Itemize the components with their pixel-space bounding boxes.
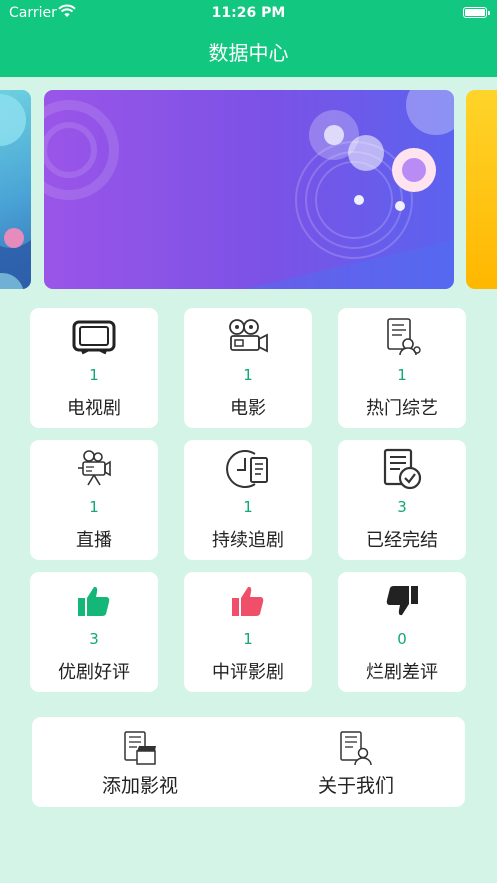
banner-main-slide[interactable] — [44, 90, 454, 289]
completed-doc-icon — [338, 448, 466, 490]
variety-label: 热门综艺 — [366, 398, 438, 419]
movie-count: 1 — [243, 366, 253, 384]
add-video-button[interactable]: 添加影视 — [32, 717, 248, 807]
card-tv-series[interactable]: 1 电视剧 — [30, 308, 158, 428]
ongoing-label: 持续追剧 — [212, 530, 284, 551]
variety-doc-icon — [338, 316, 466, 358]
status-time: 11:26 PM — [211, 5, 286, 21]
good-reviews-count: 3 — [89, 630, 99, 648]
about-us-label: 关于我们 — [317, 775, 394, 797]
card-ongoing[interactable]: 1 持续追剧 — [184, 440, 312, 560]
tv-icon — [30, 316, 158, 358]
bad-reviews-label: 烂剧差评 — [366, 662, 438, 683]
page-title: 数据中心 — [208, 41, 289, 65]
banner-next-slide[interactable] — [466, 90, 497, 289]
tv-series-count: 1 — [89, 366, 99, 384]
completed-label: 已经完结 — [366, 530, 438, 551]
bad-reviews-count: 0 — [397, 630, 407, 648]
about-us-button[interactable]: 关于我们 — [248, 717, 464, 807]
live-label: 直播 — [76, 530, 112, 551]
card-live[interactable]: 1 直播 — [30, 440, 158, 560]
card-movie[interactable]: 1 电影 — [184, 308, 312, 428]
battery-icon — [463, 7, 490, 18]
live-count: 1 — [89, 498, 99, 516]
variety-count: 1 — [397, 366, 407, 384]
add-video-icon — [32, 729, 248, 767]
mid-reviews-count: 1 — [243, 630, 253, 648]
movie-label: 电影 — [230, 398, 266, 419]
status-bar: Carrier 11:26 PM — [0, 0, 497, 26]
card-bad-reviews[interactable]: 0 烂剧差评 — [338, 572, 466, 692]
thumbs-down-icon — [338, 580, 466, 622]
mid-reviews-label: 中评影剧 — [212, 662, 284, 683]
card-variety[interactable]: 1 热门综艺 — [338, 308, 466, 428]
ongoing-clock-icon — [184, 448, 312, 490]
card-good-reviews[interactable]: 3 优剧好评 — [30, 572, 158, 692]
app-header: Carrier 11:26 PM 数据中心 — [0, 0, 497, 77]
film-projector-icon — [184, 316, 312, 358]
good-reviews-label: 优剧好评 — [58, 662, 130, 683]
thumbs-up-green-icon — [30, 580, 158, 622]
thumbs-up-red-icon — [184, 580, 312, 622]
banner-prev-slide[interactable] — [0, 90, 31, 289]
banner-carousel[interactable] — [0, 90, 497, 289]
ongoing-count: 1 — [243, 498, 253, 516]
add-video-label: 添加影视 — [101, 775, 178, 797]
video-camera-icon — [30, 448, 158, 490]
about-us-icon — [248, 729, 464, 767]
tv-series-label: 电视剧 — [67, 398, 121, 419]
card-completed[interactable]: 3 已经完结 — [338, 440, 466, 560]
card-mid-reviews[interactable]: 1 中评影剧 — [184, 572, 312, 692]
completed-count: 3 — [397, 498, 407, 516]
actions-card: 添加影视 关于我们 — [32, 717, 465, 807]
